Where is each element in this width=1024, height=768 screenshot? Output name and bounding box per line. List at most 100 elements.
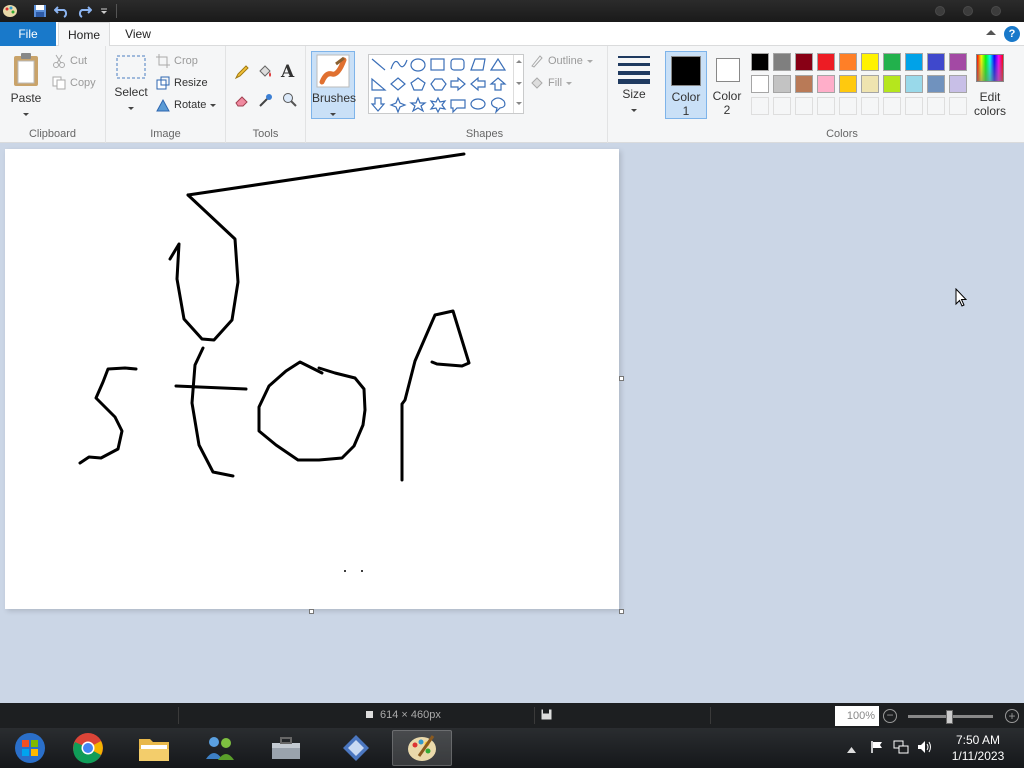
show-hidden-icons[interactable] <box>847 742 856 756</box>
resize-handle-right[interactable] <box>619 376 624 381</box>
fill-bucket-icon[interactable] <box>257 64 273 83</box>
custom-color-slot[interactable] <box>905 97 923 115</box>
toolbar-divider <box>116 4 117 18</box>
canvas-size-icon <box>366 711 373 718</box>
palette-swatch[interactable] <box>905 75 923 93</box>
start-orb-icon <box>15 733 45 763</box>
status-divider <box>710 707 711 724</box>
network-icon[interactable] <box>893 740 909 757</box>
custom-color-slot[interactable] <box>773 97 791 115</box>
palette-swatch[interactable] <box>839 75 857 93</box>
palette-swatch[interactable] <box>949 75 967 93</box>
customize-toolbar-icon[interactable] <box>96 3 112 19</box>
fill-button[interactable]: Fill <box>530 76 573 90</box>
color-picker-icon[interactable] <box>258 92 274 111</box>
save-icon[interactable] <box>32 3 48 19</box>
color1-button[interactable]: Color 1 <box>665 51 707 119</box>
maximize-button[interactable] <box>963 6 973 16</box>
palette-swatch[interactable] <box>817 75 835 93</box>
resize-label: Resize <box>174 77 208 89</box>
shapes-gallery-icons[interactable] <box>369 55 519 115</box>
copy-button[interactable]: Copy <box>52 76 96 90</box>
scroll-down-icon[interactable] <box>516 82 522 85</box>
redo-icon[interactable] <box>76 3 92 19</box>
paste-button[interactable]: Paste <box>6 52 46 119</box>
select-rectangle-icon <box>116 55 146 79</box>
taskbar-paint[interactable] <box>392 730 452 766</box>
tab-home[interactable]: Home <box>58 22 110 47</box>
custom-color-slot[interactable] <box>751 97 769 115</box>
palette-swatch[interactable] <box>927 53 945 71</box>
taskbar-chrome[interactable] <box>58 730 118 766</box>
color2-button[interactable]: Color 2 <box>710 51 744 119</box>
colors-group: Color 1 Color 2 Edit colors Colors <box>660 46 1024 143</box>
close-button[interactable] <box>991 6 1001 16</box>
zoom-out-button[interactable]: − <box>883 709 897 723</box>
palette-swatch[interactable] <box>795 75 813 93</box>
taskbar-toolbox[interactable] <box>256 730 316 766</box>
palette-swatch[interactable] <box>861 53 879 71</box>
expand-gallery-icon[interactable] <box>516 102 522 105</box>
system-clock[interactable]: 7:50 AM 1/11/2023 <box>938 732 1018 764</box>
resize-button[interactable]: Resize <box>156 76 208 90</box>
palette-swatch[interactable] <box>773 53 791 71</box>
undo-icon[interactable] <box>54 3 70 19</box>
palette-swatch[interactable] <box>795 53 813 71</box>
palette-swatch[interactable] <box>751 53 769 71</box>
cut-button[interactable]: Cut <box>52 54 87 68</box>
magnifier-icon[interactable] <box>282 92 298 111</box>
palette-swatch[interactable] <box>861 75 879 93</box>
palette-swatch[interactable] <box>883 53 901 71</box>
edit-colors-button[interactable]: Edit colors <box>970 52 1010 122</box>
shapes-scrollbar[interactable] <box>513 55 523 113</box>
custom-color-slot[interactable] <box>861 97 879 115</box>
minimize-button[interactable] <box>935 6 945 16</box>
help-icon[interactable]: ? <box>1004 26 1020 42</box>
resize-handle-bottom[interactable] <box>309 609 314 614</box>
minimize-ribbon-icon[interactable] <box>986 30 996 35</box>
users-icon <box>206 737 234 760</box>
taskbar-app[interactable] <box>326 730 386 766</box>
action-center-flag-icon[interactable] <box>870 740 884 757</box>
resize-handle-corner[interactable] <box>619 609 624 614</box>
zoom-in-button[interactable]: + <box>1005 709 1019 723</box>
palette-swatch[interactable] <box>927 75 945 93</box>
crop-button[interactable]: Crop <box>156 54 198 68</box>
outline-button[interactable]: Outline <box>530 54 593 68</box>
custom-color-slot[interactable] <box>839 97 857 115</box>
chevron-down-icon <box>128 107 134 110</box>
pencil-icon[interactable] <box>234 64 250 83</box>
text-tool-icon[interactable]: A <box>281 62 294 82</box>
palette-swatch[interactable] <box>751 75 769 93</box>
custom-color-slot[interactable] <box>949 97 967 115</box>
crop-icon <box>156 54 170 68</box>
paint-app-icon[interactable] <box>2 3 18 19</box>
custom-color-slot[interactable] <box>883 97 901 115</box>
eraser-icon[interactable] <box>234 92 250 111</box>
chevron-down-icon <box>631 109 637 112</box>
rotate-button[interactable]: Rotate <box>156 98 217 112</box>
scroll-up-icon[interactable] <box>516 60 522 63</box>
palette-swatch[interactable] <box>949 53 967 71</box>
volume-icon[interactable] <box>917 740 933 757</box>
tab-view[interactable]: View <box>114 22 162 46</box>
custom-color-slot[interactable] <box>927 97 945 115</box>
palette-swatch[interactable] <box>817 53 835 71</box>
zoom-slider-thumb[interactable] <box>946 710 953 724</box>
custom-color-slot[interactable] <box>817 97 835 115</box>
select-button[interactable]: Select <box>112 54 150 113</box>
palette-swatch[interactable] <box>883 75 901 93</box>
size-button[interactable]: Size <box>614 54 654 115</box>
disk-icon <box>541 709 552 723</box>
palette-swatch[interactable] <box>905 53 923 71</box>
drawing-canvas[interactable] <box>5 149 619 609</box>
tab-file[interactable]: File <box>0 22 56 46</box>
taskbar-users[interactable] <box>190 730 250 766</box>
custom-color-slot[interactable] <box>795 97 813 115</box>
taskbar-explorer[interactable] <box>124 730 184 766</box>
brushes-button[interactable]: Brushes <box>311 51 356 119</box>
diamond-app-icon <box>343 735 369 761</box>
start-button[interactable] <box>0 730 60 766</box>
palette-swatch[interactable] <box>773 75 791 93</box>
palette-swatch[interactable] <box>839 53 857 71</box>
